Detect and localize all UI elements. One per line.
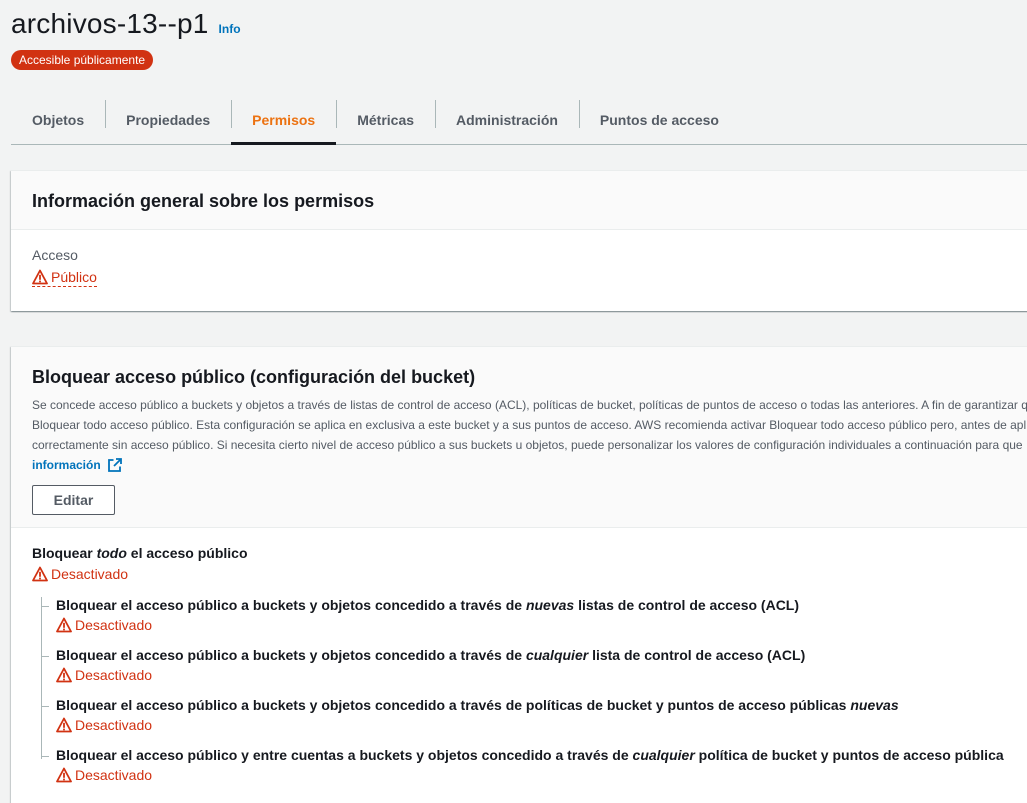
tab-administracion[interactable]: Administración xyxy=(435,96,579,144)
warning-icon xyxy=(56,717,72,733)
title-text: Bloquear el acceso público y entre cuent… xyxy=(56,747,633,763)
title-text: lista de control de acceso (ACL) xyxy=(588,647,806,663)
title-emphasis: cualquier xyxy=(525,647,589,663)
tab-objetos[interactable]: Objetos xyxy=(11,96,105,144)
block-public-access-description: Se concede acceso público a buckets y ob… xyxy=(32,395,1027,455)
sub-setting-any-policy: Bloquear el acceso público y entre cuent… xyxy=(41,747,1020,797)
description-line: Se concede acceso público a buckets y ob… xyxy=(32,398,1027,412)
warning-icon xyxy=(56,767,72,783)
public-access-badge: Accesible públicamente xyxy=(11,50,154,70)
description-line: correctamente sin acceso público. Si nec… xyxy=(32,438,1023,452)
sub-setting-title: Bloquear el acceso público a buckets y o… xyxy=(56,597,1020,613)
status-text: Desactivado xyxy=(75,717,153,733)
sub-setting-title: Bloquear el acceso público a buckets y o… xyxy=(56,697,1020,713)
sub-setting-new-policies: Bloquear el acceso público a buckets y o… xyxy=(41,697,1020,747)
block-all-public-access-status: Desactivado xyxy=(32,566,1020,582)
access-value-text: Público xyxy=(51,269,97,285)
title-text: el acceso público xyxy=(126,545,248,561)
sub-setting-status: Desactivado xyxy=(56,617,1020,633)
permissions-overview-title: Información general sobre los permisos xyxy=(32,191,375,211)
edit-button[interactable]: Editar xyxy=(32,485,115,515)
status-text: Desactivado xyxy=(75,667,153,683)
more-info-link-text: información xyxy=(32,458,101,472)
title-emphasis: todo xyxy=(96,545,127,561)
block-public-access-settings: Bloquear todo el acceso público Desactiv… xyxy=(11,528,1027,797)
sub-setting-any-acl: Bloquear el acceso público a buckets y o… xyxy=(41,647,1020,697)
permissions-overview-body: Acceso Público xyxy=(11,230,1027,287)
description-line: Bloquear todo acceso público. Esta confi… xyxy=(32,418,1027,432)
title-emphasis: cualquier xyxy=(632,747,695,763)
warning-icon xyxy=(32,566,48,582)
permissions-overview-header: Información general sobre los permisos xyxy=(11,171,1027,230)
sub-setting-status: Desactivado xyxy=(56,667,1020,683)
bucket-name-title: archivos-13--p1 xyxy=(11,8,209,39)
access-value-public[interactable]: Público xyxy=(32,269,97,287)
title-text: Bloquear el acceso público a buckets y o… xyxy=(56,647,526,663)
access-label: Acceso xyxy=(32,247,78,263)
warning-icon xyxy=(32,269,48,285)
block-all-public-access-title: Bloquear todo el acceso público xyxy=(32,545,1020,561)
tab-puntos-de-acceso[interactable]: Puntos de acceso xyxy=(578,96,740,144)
more-info-link[interactable]: información xyxy=(32,457,123,473)
title-text: política de bucket y puntos de acceso pú… xyxy=(694,747,1004,763)
title-emphasis: nuevas xyxy=(850,697,899,713)
status-text: Desactivado xyxy=(75,767,153,783)
external-link-icon xyxy=(107,458,122,472)
warning-icon xyxy=(56,617,72,633)
s3-bucket-permissions-page: archivos-13--p1 Info Accesible públicame… xyxy=(0,0,1027,803)
title-emphasis: nuevas xyxy=(525,597,575,613)
title-text: Bloquear el acceso público a buckets y o… xyxy=(56,597,526,613)
sub-setting-title: Bloquear el acceso público a buckets y o… xyxy=(56,647,1020,663)
tab-permisos[interactable]: Permisos xyxy=(231,96,337,145)
sub-setting-status: Desactivado xyxy=(56,717,1020,733)
page-header: archivos-13--p1 Info xyxy=(11,8,241,40)
tab-propiedades[interactable]: Propiedades xyxy=(105,96,231,144)
block-public-access-title: Bloquear acceso público (configuración d… xyxy=(32,367,476,387)
sub-setting-status: Desactivado xyxy=(56,767,1020,783)
access-status: Público xyxy=(32,269,1020,287)
sub-settings-list: Bloquear el acceso público a buckets y o… xyxy=(41,597,1020,797)
title-text: Bloquear el acceso público a buckets y o… xyxy=(56,697,851,713)
block-public-access-header: Bloquear acceso público (configuración d… xyxy=(11,347,1027,528)
info-link[interactable]: Info xyxy=(219,22,241,36)
sub-setting-new-acl: Bloquear el acceso público a buckets y o… xyxy=(41,597,1020,647)
status-text: Desactivado xyxy=(51,566,129,582)
permissions-overview-panel: Información general sobre los permisos A… xyxy=(11,170,1027,311)
title-text: listas de control de acceso (ACL) xyxy=(574,597,800,613)
bucket-tabs: Objetos Propiedades Permisos Métricas Ad… xyxy=(11,96,1027,145)
sub-setting-title: Bloquear el acceso público y entre cuent… xyxy=(56,747,1020,763)
tab-metricas[interactable]: Métricas xyxy=(336,96,435,144)
block-public-access-panel: Bloquear acceso público (configuración d… xyxy=(11,346,1027,803)
warning-icon xyxy=(56,667,72,683)
title-text: Bloquear xyxy=(32,545,97,561)
status-text: Desactivado xyxy=(75,617,153,633)
